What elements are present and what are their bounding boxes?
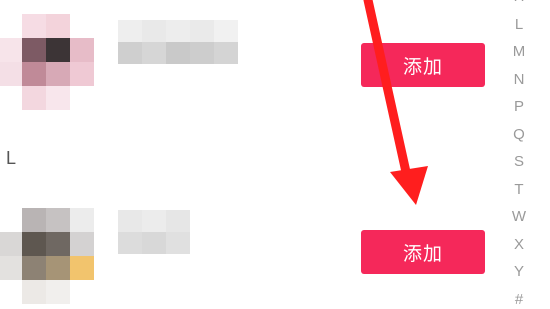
avatar [0, 208, 96, 304]
index-letter-m[interactable]: M [513, 43, 526, 61]
add-friend-button[interactable]: 添加 [361, 43, 485, 87]
index-letter-hash[interactable]: # [515, 291, 523, 309]
index-letter-n[interactable]: N [514, 71, 525, 89]
contact-row[interactable]: 添加 [0, 0, 500, 120]
index-letter-q[interactable]: Q [513, 126, 525, 144]
index-letter-w[interactable]: W [512, 208, 526, 226]
section-header: L [6, 148, 17, 168]
avatar [0, 14, 96, 110]
index-letter-p[interactable]: P [514, 98, 524, 116]
alphabet-index-bar[interactable]: H L M N P Q S T W X Y # [506, 0, 532, 309]
index-letter-x[interactable]: X [514, 236, 524, 254]
contact-row[interactable]: 添加 [0, 200, 500, 309]
index-letter-l[interactable]: L [515, 16, 523, 34]
index-letter-h[interactable]: H [514, 0, 525, 6]
add-friend-button[interactable]: 添加 [361, 230, 485, 274]
index-letter-y[interactable]: Y [514, 263, 524, 281]
index-letter-s[interactable]: S [514, 153, 524, 171]
index-letter-t[interactable]: T [514, 181, 523, 199]
